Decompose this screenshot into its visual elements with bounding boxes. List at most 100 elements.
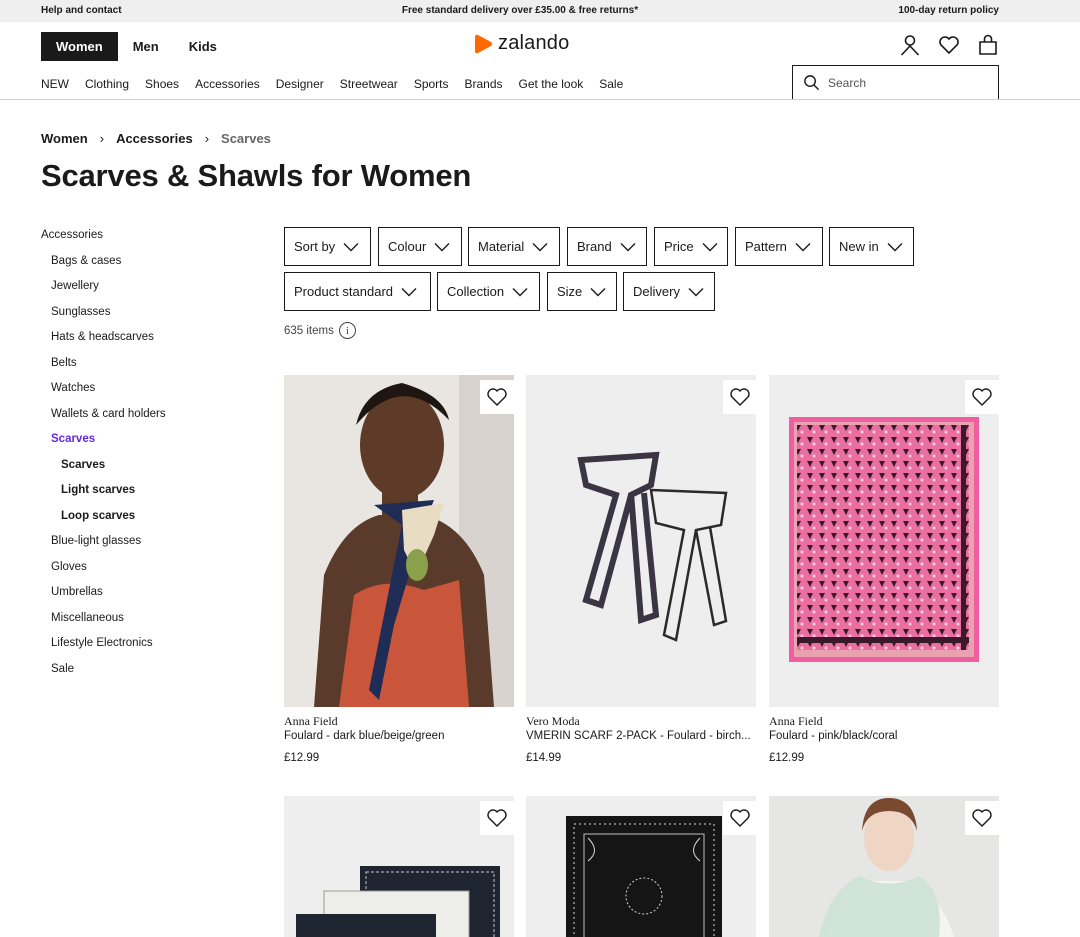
item-count-text: 635 items [284, 324, 334, 337]
product-name[interactable]: Foulard - dark blue/beige/green [284, 730, 514, 742]
product-photo-scarf-pack [526, 375, 756, 707]
sidebar-item-scarves-active[interactable]: Scarves [51, 433, 95, 445]
chevron-down-icon [434, 242, 450, 251]
sidebar-item-sale[interactable]: Sale [51, 663, 74, 675]
sidebar-item-jewellery[interactable]: Jewellery [51, 280, 99, 292]
chevron-down-icon [620, 242, 636, 251]
product-card[interactable]: Vero Moda VMERIN SCARF 2-PACK - Foulard … [526, 375, 757, 775]
product-image[interactable] [284, 375, 514, 707]
wishlist-button[interactable] [965, 380, 999, 414]
filter-colour[interactable]: Colour [378, 227, 462, 266]
chevron-right-icon: › [204, 131, 210, 146]
sidebar-item-watches[interactable]: Watches [51, 382, 95, 394]
nav-sports[interactable]: Sports [414, 77, 449, 91]
nav-clothing[interactable]: Clothing [85, 77, 129, 91]
product-brand: Vero Moda [526, 714, 580, 728]
filter-product-standard[interactable]: Product standard [284, 272, 431, 311]
crumb-women[interactable]: Women [41, 131, 88, 146]
wishlist-button[interactable] [480, 801, 514, 835]
nav-shoes[interactable]: Shoes [145, 77, 179, 91]
sidebar-item-belts[interactable]: Belts [51, 357, 77, 369]
sidebar-subitem-loop-scarves[interactable]: Loop scarves [61, 510, 135, 522]
nav-get-the-look[interactable]: Get the look [519, 77, 584, 91]
delivery-banner[interactable]: Free standard delivery over £35.00 & fre… [0, 5, 1040, 16]
sidebar-item-miscellaneous[interactable]: Miscellaneous [51, 612, 124, 624]
sidebar-item-lifestyle-electronics[interactable]: Lifestyle Electronics [51, 637, 153, 649]
product-image[interactable] [526, 375, 756, 707]
nav-new[interactable]: NEW [41, 77, 69, 91]
chevron-down-icon [343, 242, 359, 251]
user-icon[interactable] [898, 33, 922, 57]
filter-price[interactable]: Price [654, 227, 728, 266]
filter-collection[interactable]: Collection [437, 272, 540, 311]
product-photo-paisley-bandana [526, 796, 756, 937]
product-card[interactable] [769, 796, 999, 937]
search-box[interactable] [792, 65, 999, 100]
product-card[interactable] [284, 796, 514, 937]
sidebar-item-umbrellas[interactable]: Umbrellas [51, 586, 103, 598]
filter-delivery[interactable]: Delivery [623, 272, 715, 311]
filter-material[interactable]: Material [468, 227, 560, 266]
wishlist-button[interactable] [723, 801, 757, 835]
product-card[interactable]: Anna Field Foulard - pink/black/coral £1… [769, 375, 999, 775]
breadcrumb: Women › Accessories › Scarves [41, 131, 271, 146]
nav-brands[interactable]: Brands [465, 77, 503, 91]
heart-icon [972, 388, 992, 406]
bag-icon[interactable] [976, 33, 1000, 57]
crumb-accessories[interactable]: Accessories [116, 131, 193, 146]
heart-icon [487, 809, 507, 827]
sidebar-item-sunglasses[interactable]: Sunglasses [51, 306, 110, 318]
filter-new-in[interactable]: New in [829, 227, 914, 266]
zalando-logo[interactable]: zalando [474, 32, 569, 55]
filter-brand[interactable]: Brand [567, 227, 647, 266]
nav-accessories[interactable]: Accessories [195, 77, 260, 91]
sidebar-subitem-scarves[interactable]: Scarves [61, 459, 105, 471]
header-divider [0, 99, 1080, 100]
sidebar-item-wallets[interactable]: Wallets & card holders [51, 408, 166, 420]
filter-sort-by[interactable]: Sort by [284, 227, 371, 266]
sidebar-item-hats[interactable]: Hats & headscarves [51, 331, 154, 343]
nav-designer[interactable]: Designer [276, 77, 324, 91]
wishlist-button[interactable] [480, 380, 514, 414]
nav-streetwear[interactable]: Streetwear [340, 77, 398, 91]
heart-icon [730, 388, 750, 406]
product-photo-pink-scarf [769, 375, 999, 707]
filter-label: Price [664, 239, 694, 254]
filter-label: Material [478, 239, 525, 254]
return-policy-link[interactable]: 100-day return policy [898, 5, 999, 16]
product-brand: Anna Field [284, 714, 338, 728]
tab-women[interactable]: Women [41, 32, 118, 61]
product-name[interactable]: VMERIN SCARF 2-PACK - Foulard - birch... [526, 730, 756, 742]
filter-label: Product standard [294, 284, 394, 299]
sidebar-subitem-light-scarves[interactable]: Light scarves [61, 484, 135, 496]
filter-label: New in [839, 239, 879, 254]
tab-men[interactable]: Men [118, 32, 174, 61]
wishlist-button[interactable] [723, 380, 757, 414]
sidebar-item-gloves[interactable]: Gloves [51, 561, 87, 573]
product-image[interactable] [769, 375, 999, 707]
page-title: Scarves & Shawls for Women [41, 158, 472, 193]
heart-icon[interactable] [937, 33, 961, 57]
sidebar-heading-accessories[interactable]: Accessories [41, 229, 103, 241]
chevron-down-icon [512, 287, 528, 296]
product-card[interactable] [526, 796, 757, 937]
product-name[interactable]: Foulard - pink/black/coral [769, 730, 999, 742]
product-image[interactable] [526, 796, 756, 937]
filter-pattern[interactable]: Pattern [735, 227, 823, 266]
info-icon[interactable]: i [338, 322, 356, 339]
sidebar-item-bags[interactable]: Bags & cases [51, 255, 121, 267]
search-input[interactable] [828, 75, 978, 90]
product-card[interactable]: Anna Field Foulard - dark blue/beige/gre… [284, 375, 514, 775]
chevron-down-icon [590, 287, 606, 296]
tab-kids[interactable]: Kids [174, 32, 232, 61]
filter-size[interactable]: Size [547, 272, 617, 311]
chevron-down-icon [688, 287, 704, 296]
sidebar-item-blue-light-glasses[interactable]: Blue-light glasses [51, 535, 141, 547]
nav-sale[interactable]: Sale [599, 77, 623, 91]
product-price: £12.99 [769, 752, 805, 764]
wishlist-button[interactable] [965, 801, 999, 835]
chevron-down-icon [887, 242, 903, 251]
filter-label: Size [557, 284, 583, 299]
filter-label: Delivery [633, 284, 680, 299]
category-nav: NEW Clothing Shoes Accessories Designer … [41, 77, 623, 91]
